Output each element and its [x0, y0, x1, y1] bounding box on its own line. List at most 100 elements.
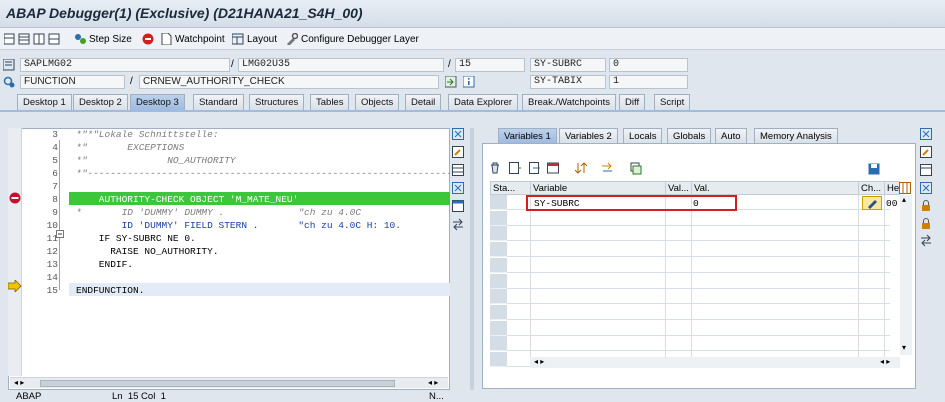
delete-icon[interactable]: [489, 162, 502, 175]
collapse-icon[interactable]: [56, 230, 64, 238]
tab-memory-analysis[interactable]: Memory Analysis: [754, 128, 838, 143]
table-row[interactable]: [490, 211, 890, 226]
table-row[interactable]: [490, 289, 890, 305]
lock-alt-icon[interactable]: [920, 218, 933, 231]
row-selector[interactable]: [490, 257, 507, 273]
sy-tabix-value[interactable]: 1: [609, 75, 688, 89]
table-row[interactable]: [490, 305, 890, 320]
include-field[interactable]: LMG02U35: [238, 58, 444, 72]
configure-layer-button[interactable]: Configure Debugger Layer: [286, 32, 419, 46]
tab-globals[interactable]: Globals: [667, 128, 712, 143]
row-selector[interactable]: [490, 210, 507, 226]
transfer-icon[interactable]: [601, 162, 614, 175]
row-selector[interactable]: [490, 226, 507, 242]
tab-desktop-2[interactable]: Desktop 2: [73, 94, 128, 110]
col-variable[interactable]: Variable: [530, 181, 666, 195]
lock-icon[interactable]: [920, 200, 933, 213]
layout-split-icon[interactable]: [4, 33, 64, 45]
tab-data-explorer[interactable]: Data Explorer: [448, 94, 519, 110]
sort-icon[interactable]: [575, 162, 588, 175]
line-field[interactable]: 15: [455, 58, 525, 72]
save-icon[interactable]: [868, 163, 881, 176]
tab-locals[interactable]: Locals: [623, 128, 663, 143]
swap-right-icon[interactable]: [920, 234, 933, 247]
maximize-icon[interactable]: [452, 128, 465, 141]
sy-tabix-label: SY-TABIX: [530, 75, 606, 89]
grid-icon[interactable]: [452, 164, 465, 177]
row-selector[interactable]: [490, 242, 507, 258]
code-line: 10 ID 'DUMMY' FIELD STERN . "ch zu 4.0C …: [46, 220, 401, 231]
tab-objects[interactable]: Objects: [355, 94, 400, 110]
code-horizontal-scrollbar[interactable]: ◂ ▸ ◂ ▸: [10, 377, 448, 388]
tab-detail[interactable]: Detail: [405, 94, 442, 110]
tab-variables-1[interactable]: Variables 1: [498, 128, 557, 143]
row-selector[interactable]: [490, 195, 507, 210]
tab-structures[interactable]: Structures: [249, 94, 305, 110]
step-size-button[interactable]: Step Size: [74, 32, 132, 46]
hex-value: 00: [886, 198, 898, 209]
columns-icon[interactable]: [547, 162, 560, 175]
left-side-toolbar: [452, 128, 466, 248]
col-hex[interactable]: He: [884, 181, 900, 195]
layout-button[interactable]: Layout: [232, 32, 277, 46]
col-status[interactable]: Sta...: [490, 181, 531, 195]
tab-script[interactable]: Script: [654, 94, 691, 110]
type-field[interactable]: FUNCTION: [20, 75, 125, 89]
splitter[interactable]: [470, 128, 474, 390]
table-icon[interactable]: [452, 200, 465, 213]
code-line: 4 *" EXCEPTIONS: [52, 142, 185, 153]
table-row[interactable]: [490, 226, 890, 242]
expand-right-icon[interactable]: [920, 182, 933, 195]
info-icon[interactable]: [463, 76, 475, 88]
maximize-right-icon[interactable]: [920, 128, 933, 141]
stop-button[interactable]: [142, 32, 154, 46]
edit-icon[interactable]: [452, 146, 465, 159]
change-value-button[interactable]: [862, 196, 882, 210]
tab-tables[interactable]: Tables: [310, 94, 350, 110]
window-title: ABAP Debugger(1) (Exclusive) (D21HANA21_…: [6, 5, 363, 21]
layout-icons-group[interactable]: [4, 32, 64, 46]
table-row[interactable]: [490, 321, 890, 336]
navigate-icon[interactable]: [445, 76, 457, 88]
tab-diff[interactable]: Diff: [619, 94, 646, 110]
tab-variables-2[interactable]: Variables 2: [559, 128, 618, 143]
table-row[interactable]: [490, 274, 890, 289]
col-change[interactable]: Ch...: [858, 181, 885, 195]
row-selector[interactable]: [490, 336, 507, 352]
variables-tabs: Variables 1 Variables 2 Locals Globals A…: [498, 128, 918, 144]
col-value-type[interactable]: Val...: [665, 181, 692, 195]
code-line: 11 IF SY-SUBRC NE 0.: [46, 233, 196, 244]
tab-desktop-1[interactable]: Desktop 1: [17, 94, 72, 110]
row-selector[interactable]: [490, 289, 507, 305]
tab-breakpoints[interactable]: Break./Watchpoints: [522, 94, 617, 110]
copy-icon[interactable]: [629, 162, 642, 175]
status-cursor-position: Ln 15 Col 1: [112, 391, 166, 402]
col-value[interactable]: Val.: [691, 181, 859, 195]
status-mode: N...: [429, 391, 444, 402]
grid-vertical-scrollbar[interactable]: ▴ ▾: [900, 195, 912, 355]
grid-right-icon[interactable]: [920, 164, 933, 177]
tab-auto[interactable]: Auto: [715, 128, 747, 143]
edit-right-icon[interactable]: [920, 146, 933, 159]
swap-icon[interactable]: [452, 218, 465, 231]
code-area[interactable]: 3 *"*"Lokale Schnittstelle: 4 *" EXCEPTION…: [8, 128, 450, 378]
row-selector[interactable]: [490, 320, 507, 336]
tab-desktop-3[interactable]: Desktop 3: [130, 94, 185, 110]
import-icon[interactable]: [529, 162, 542, 175]
breakpoint-icon[interactable]: [9, 192, 21, 204]
row-selector[interactable]: [490, 304, 507, 320]
table-row[interactable]: [490, 242, 890, 258]
watchpoint-button[interactable]: Watchpoint: [160, 32, 225, 46]
function-name-field[interactable]: CRNEW_AUTHORITY_CHECK: [139, 75, 439, 89]
program-field[interactable]: SAPLMG02: [20, 58, 230, 72]
tab-standard[interactable]: Standard: [193, 94, 244, 110]
column-settings-icon[interactable]: [899, 181, 911, 195]
row-selector[interactable]: [490, 273, 507, 289]
table-row[interactable]: [490, 336, 890, 352]
row-selector[interactable]: [490, 352, 507, 367]
table-row[interactable]: [490, 258, 890, 273]
insert-icon[interactable]: [509, 162, 522, 175]
sy-subrc-value[interactable]: 0: [609, 58, 688, 72]
grid-horizontal-scrollbar[interactable]: ◂ ▸ ◂ ▸: [530, 357, 900, 368]
expand-icon[interactable]: [452, 182, 465, 195]
